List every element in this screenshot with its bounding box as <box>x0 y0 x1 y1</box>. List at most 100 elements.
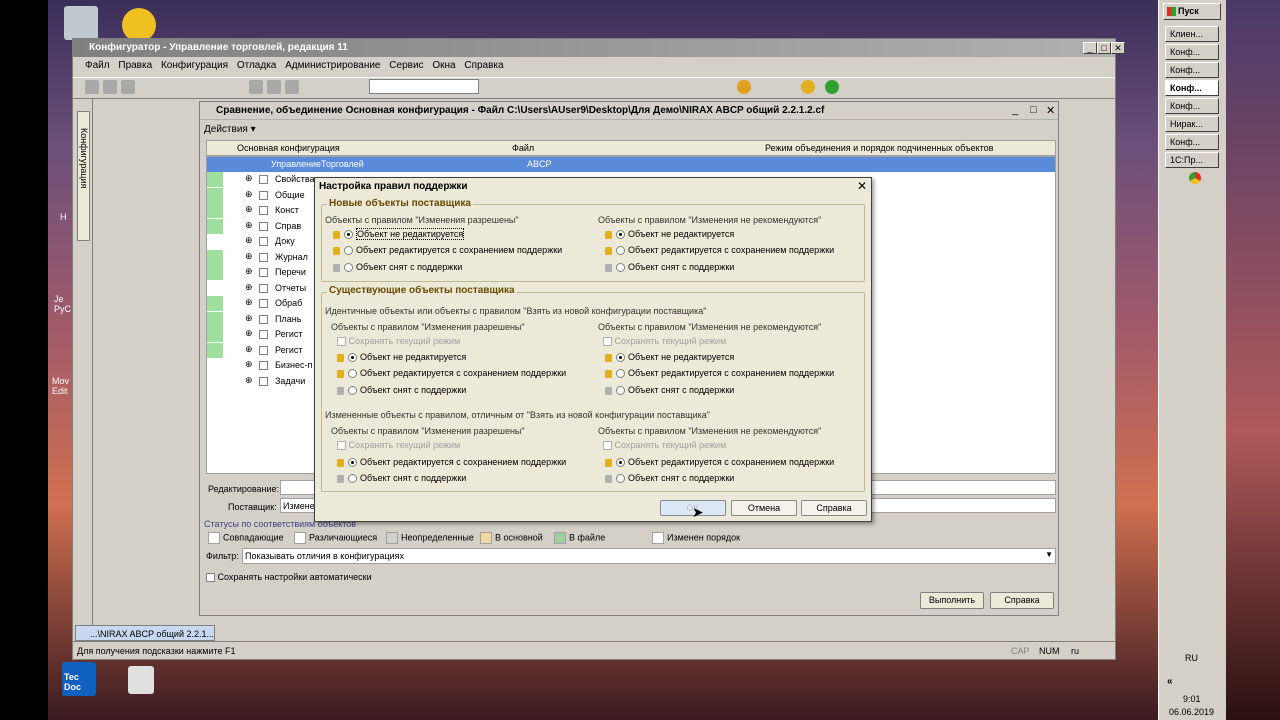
row-checkbox[interactable] <box>259 190 268 200</box>
row-checkbox[interactable] <box>259 361 268 370</box>
checkbox-box[interactable] <box>206 573 215 583</box>
compare-close-button[interactable]: ✕ <box>1046 104 1055 117</box>
paste-icon[interactable] <box>285 80 299 94</box>
search-combo[interactable] <box>369 79 479 94</box>
ident-allowed-removed[interactable]: Объект снят с поддержки <box>337 385 466 396</box>
maximize-button[interactable]: □ <box>1097 42 1111 54</box>
row-checkbox[interactable] <box>259 283 268 293</box>
lang-indicator-tray[interactable]: RU <box>1185 653 1198 663</box>
expand-icon[interactable]: ⊕ <box>245 189 253 200</box>
row-checkbox[interactable] <box>259 206 268 215</box>
new-notrec-not-edited[interactable]: Объект не редактируется <box>605 229 734 240</box>
expand-icon[interactable]: ⊕ <box>245 204 253 215</box>
menu-help[interactable]: Справка <box>464 60 503 71</box>
row-checkbox[interactable] <box>259 345 268 355</box>
expand-icon[interactable]: ⊕ <box>245 359 253 370</box>
expand-icon[interactable]: ⊕ <box>245 173 253 184</box>
dialog-help-button[interactable]: Справка <box>801 500 867 516</box>
expand-icon[interactable]: ⊕ <box>245 313 253 324</box>
changed-notrec-edited[interactable]: Объект редактируется с сохранением подде… <box>605 457 834 468</box>
ident-allowed-edited[interactable]: Объект редактируется с сохранением подде… <box>337 368 566 379</box>
close-button[interactable]: ✕ <box>1111 42 1125 54</box>
changed-allowed-keep-mode[interactable]: Сохранять текущий режим <box>337 440 460 451</box>
changed-notrec-keep-mode[interactable]: Сохранять текущий режим <box>603 440 726 451</box>
new-allowed-not-edited[interactable]: Объект не редактируется <box>333 228 465 240</box>
filter-select[interactable]: Показывать отличия в конфигурациях ▼ <box>242 548 1056 564</box>
menu-configuration[interactable]: Конфигурация <box>161 60 228 71</box>
row-checkbox[interactable] <box>259 299 268 308</box>
lang-indicator[interactable]: ru <box>1071 646 1079 656</box>
expand-icon[interactable]: ⊕ <box>245 375 253 386</box>
save-settings-checkbox[interactable]: Сохранять настройки автоматически <box>206 572 372 583</box>
help-button-page[interactable]: Справка <box>990 592 1054 609</box>
changed-allowed-removed[interactable]: Объект снят с поддержки <box>337 473 466 484</box>
archive-icon[interactable] <box>128 666 154 694</box>
compare-maximize-button[interactable]: □ <box>1030 104 1037 116</box>
col-file-header[interactable]: Файл <box>512 143 534 153</box>
ident-notrec-edited[interactable]: Объект редактируется с сохранением подде… <box>605 368 834 379</box>
new-notrec-removed[interactable]: Объект снят с поддержки <box>605 262 734 273</box>
ident-allowed-not-edited[interactable]: Объект не редактируется <box>337 352 466 363</box>
ident-notrec-keep-mode[interactable]: Сохранять текущий режим <box>603 336 726 347</box>
menu-debug[interactable]: Отладка <box>237 60 277 71</box>
expand-icon[interactable]: ⊕ <box>245 282 253 293</box>
tree-root-row[interactable]: УправлениеТорговлей ABCP <box>207 157 1055 172</box>
sidebar-configuration-tab[interactable]: Конфигурация <box>77 111 90 241</box>
menu-file[interactable]: Файл <box>85 60 110 71</box>
save-icon[interactable] <box>121 80 135 94</box>
row-checkbox[interactable] <box>259 221 268 231</box>
minimize-button[interactable]: _ <box>1083 42 1097 54</box>
taskbar-item[interactable]: Конф... <box>1165 44 1219 60</box>
taskbar-item[interactable]: Конф... <box>1165 62 1219 78</box>
expand-icon[interactable]: ⊕ <box>245 235 253 246</box>
menu-administration[interactable]: Администрирование <box>285 60 380 71</box>
dialog-close-icon[interactable]: ✕ <box>857 179 867 193</box>
menu-service[interactable]: Сервис <box>389 60 423 71</box>
new-notrec-edited[interactable]: Объект редактируется с сохранением подде… <box>605 245 834 256</box>
row-checkbox[interactable] <box>259 237 268 246</box>
info-icon[interactable] <box>737 80 751 94</box>
taskbar-item[interactable]: Конф... <box>1165 134 1219 150</box>
taskbar-item[interactable]: Конф... <box>1165 98 1219 114</box>
taskbar-item[interactable]: 1С:Пр... <box>1165 152 1219 168</box>
changed-notrec-removed[interactable]: Объект снят с поддержки <box>605 473 734 484</box>
col-mode-header[interactable]: Режим объединения и порядок подчиненных … <box>765 143 993 153</box>
tecdoc-icon[interactable]: Tec Doc <box>62 662 96 696</box>
ident-notrec-removed[interactable]: Объект снят с поддержки <box>605 385 734 396</box>
1c-icon[interactable] <box>122 8 156 42</box>
expand-icon[interactable]: ⊕ <box>245 297 253 308</box>
cut-icon[interactable] <box>249 80 263 94</box>
chrome-icon[interactable] <box>1189 172 1201 184</box>
run-icon[interactable] <box>801 80 815 94</box>
row-checkbox[interactable] <box>259 376 268 386</box>
row-checkbox[interactable] <box>259 330 268 339</box>
chevron-down-icon[interactable]: ▼ <box>1045 550 1053 559</box>
new-allowed-removed[interactable]: Объект снят с поддержки <box>333 262 462 273</box>
expand-icon[interactable]: ⊕ <box>245 266 253 277</box>
actions-menu[interactable]: Действия <box>204 124 248 135</box>
open-icon[interactable] <box>103 80 117 94</box>
tray-chevron-icon[interactable]: « <box>1167 676 1173 687</box>
taskbar-item[interactable]: Нирак... <box>1165 116 1219 132</box>
document-tab[interactable]: ...\NIRAX ABCP общий 2.2.1... <box>75 625 215 641</box>
menu-edit[interactable]: Правка <box>118 60 152 71</box>
expand-icon[interactable]: ⊕ <box>245 220 253 231</box>
changed-allowed-edited[interactable]: Объект редактируется с сохранением подде… <box>337 457 566 468</box>
globe-icon[interactable] <box>825 80 839 94</box>
compare-minimize-button[interactable]: _ <box>1012 104 1018 116</box>
expand-icon[interactable]: ⊕ <box>245 328 253 339</box>
new-allowed-edited[interactable]: Объект редактируется с сохранением подде… <box>333 245 562 256</box>
col-main-header[interactable]: Основная конфигурация <box>237 143 340 153</box>
row-checkbox[interactable] <box>259 314 268 324</box>
expand-icon[interactable]: ⊕ <box>245 251 253 262</box>
row-checkbox[interactable] <box>259 175 268 184</box>
ident-notrec-not-edited[interactable]: Объект не редактируется <box>605 352 734 363</box>
new-icon[interactable] <box>85 80 99 94</box>
menu-windows[interactable]: Окна <box>432 60 455 71</box>
taskbar-item[interactable]: Клиен... <box>1165 26 1219 42</box>
cancel-button[interactable]: Отмена <box>731 500 797 516</box>
taskbar-item[interactable]: Конф... <box>1165 80 1219 96</box>
recycle-bin-icon[interactable] <box>64 6 98 40</box>
start-button[interactable]: Пуск <box>1163 3 1221 20</box>
row-checkbox[interactable] <box>259 252 268 262</box>
